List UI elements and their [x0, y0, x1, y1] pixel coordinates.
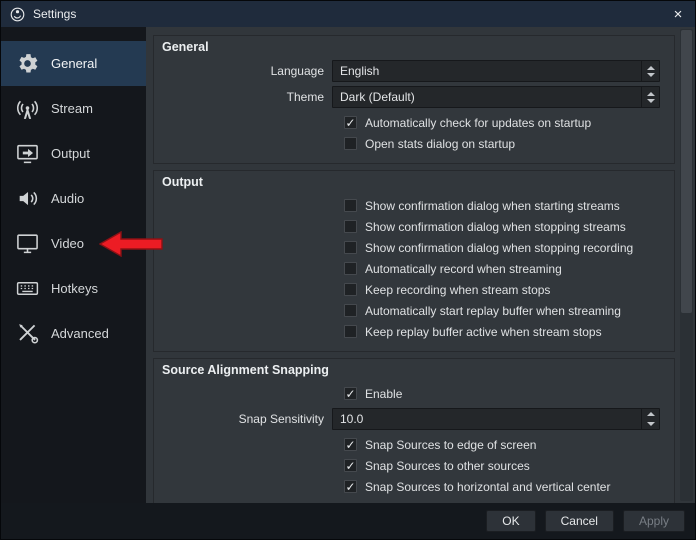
- checkbox-row: ✓ Snap Sources to horizontal and vertica…: [344, 479, 660, 494]
- language-select[interactable]: English: [332, 60, 660, 82]
- cancel-button[interactable]: Cancel: [545, 510, 614, 532]
- snap-sensitivity-label: Snap Sensitivity: [154, 412, 332, 426]
- sidebar-label: Advanced: [51, 326, 109, 341]
- theme-select[interactable]: Dark (Default): [332, 86, 660, 108]
- checkbox-row: Show confirmation dialog when stopping r…: [344, 240, 660, 255]
- checkbox-label[interactable]: Snap Sources to edge of screen: [365, 438, 536, 452]
- checkbox-label[interactable]: Show confirmation dialog when stopping r…: [365, 241, 633, 255]
- antenna-icon: [14, 96, 40, 122]
- checkbox-label[interactable]: Show confirmation dialog when starting s…: [365, 199, 620, 213]
- checkbox[interactable]: ✓: [344, 480, 357, 493]
- sidebar-item-advanced[interactable]: Advanced: [1, 311, 146, 356]
- sidebar-label: Output: [51, 146, 90, 161]
- theme-value: Dark (Default): [340, 90, 641, 104]
- sidebar-label: General: [51, 56, 97, 71]
- apply-button[interactable]: Apply: [623, 510, 685, 532]
- checkbox-label[interactable]: Keep recording when stream stops: [365, 283, 550, 297]
- checkbox-label[interactable]: Automatically check for updates on start…: [365, 116, 591, 130]
- checkbox[interactable]: ✓: [344, 387, 357, 400]
- checkbox-row: Show confirmation dialog when stopping s…: [344, 219, 660, 234]
- checkbox[interactable]: ✓: [344, 459, 357, 472]
- checkbox[interactable]: ✓: [344, 438, 357, 451]
- checkbox[interactable]: [344, 283, 357, 296]
- settings-window: Settings × General Stream: [0, 0, 696, 540]
- checkbox-row: Keep recording when stream stops: [344, 282, 660, 297]
- snap-sensitivity-row: Snap Sensitivity 10.0: [154, 407, 660, 431]
- combo-arrows-icon: [641, 61, 659, 81]
- red-arrow-annotation: [99, 231, 163, 257]
- settings-content: General Language English Theme Dark (Def…: [146, 27, 695, 503]
- window-title: Settings: [33, 7, 76, 21]
- checkbox-row: Show confirmation dialog when starting s…: [344, 198, 660, 213]
- checkbox[interactable]: [344, 262, 357, 275]
- scrollbar-handle[interactable]: [681, 30, 692, 313]
- tools-icon: [14, 321, 40, 347]
- language-value: English: [340, 64, 641, 78]
- theme-row: Theme Dark (Default): [154, 85, 660, 109]
- checkbox-label[interactable]: Automatically record when streaming: [365, 262, 562, 276]
- general-group: General Language English Theme Dark (Def…: [153, 35, 675, 164]
- checkbox[interactable]: [344, 241, 357, 254]
- speaker-icon: [14, 186, 40, 212]
- keyboard-icon: [14, 276, 40, 302]
- gear-icon: [14, 51, 40, 77]
- display-arrow-icon: [14, 141, 40, 167]
- checkbox-label[interactable]: Automatically start replay buffer when s…: [365, 304, 621, 318]
- group-title-snapping: Source Alignment Snapping: [154, 359, 674, 380]
- checkbox[interactable]: [344, 220, 357, 233]
- checkbox-label[interactable]: Snap Sources to other sources: [365, 459, 530, 473]
- output-group: Output Show confirmation dialog when sta…: [153, 170, 675, 352]
- dialog-footer: OK Cancel Apply: [1, 503, 695, 539]
- checkbox[interactable]: [344, 199, 357, 212]
- checkbox[interactable]: ✓: [344, 116, 357, 129]
- checkbox-label[interactable]: Enable: [365, 387, 402, 401]
- checkbox-label[interactable]: Open stats dialog on startup: [365, 137, 515, 151]
- titlebar[interactable]: Settings ×: [1, 1, 695, 27]
- theme-label: Theme: [154, 90, 332, 104]
- snap-sensitivity-input[interactable]: 10.0: [332, 408, 660, 430]
- checkbox-row: Automatically start replay buffer when s…: [344, 303, 660, 318]
- language-label: Language: [154, 64, 332, 78]
- group-title-output: Output: [154, 171, 674, 192]
- checkbox[interactable]: [344, 137, 357, 150]
- sidebar-item-hotkeys[interactable]: Hotkeys: [1, 266, 146, 311]
- sidebar-item-general[interactable]: General: [1, 41, 146, 86]
- sidebar-label: Video: [51, 236, 84, 251]
- vertical-scrollbar[interactable]: [680, 29, 693, 501]
- sidebar-item-stream[interactable]: Stream: [1, 86, 146, 131]
- checkbox-row: ✓ Snap Sources to other sources: [344, 458, 660, 473]
- checkbox-row: ✓ Automatically check for updates on sta…: [344, 115, 660, 130]
- obs-logo-icon: [10, 7, 25, 22]
- sidebar-label: Stream: [51, 101, 93, 116]
- sidebar-item-output[interactable]: Output: [1, 131, 146, 176]
- monitor-icon: [14, 231, 40, 257]
- spin-down-button[interactable]: [642, 419, 659, 429]
- checkbox-row: Keep replay buffer active when stream st…: [344, 324, 660, 339]
- group-title-general: General: [154, 36, 674, 57]
- snap-sensitivity-value: 10.0: [340, 412, 641, 426]
- checkbox-label[interactable]: Keep replay buffer active when stream st…: [365, 325, 602, 339]
- checkbox-row: Open stats dialog on startup: [344, 136, 660, 151]
- checkbox-label[interactable]: Snap Sources to horizontal and vertical …: [365, 480, 610, 494]
- settings-sidebar: General Stream: [1, 27, 146, 503]
- spinner-buttons: [641, 409, 659, 429]
- checkbox[interactable]: [344, 325, 357, 338]
- checkbox-row: ✓ Enable: [344, 386, 660, 401]
- sidebar-label: Audio: [51, 191, 84, 206]
- close-icon[interactable]: ×: [661, 1, 695, 27]
- checkbox-row: Automatically record when streaming: [344, 261, 660, 276]
- combo-arrows-icon: [641, 87, 659, 107]
- sidebar-item-audio[interactable]: Audio: [1, 176, 146, 221]
- snapping-group: Source Alignment Snapping ✓ Enable Snap …: [153, 358, 675, 503]
- checkbox-row: ✓ Snap Sources to edge of screen: [344, 437, 660, 452]
- sidebar-label: Hotkeys: [51, 281, 98, 296]
- spin-up-button[interactable]: [642, 409, 659, 419]
- ok-button[interactable]: OK: [486, 510, 535, 532]
- language-row: Language English: [154, 59, 660, 83]
- checkbox[interactable]: [344, 304, 357, 317]
- checkbox-label[interactable]: Show confirmation dialog when stopping s…: [365, 220, 626, 234]
